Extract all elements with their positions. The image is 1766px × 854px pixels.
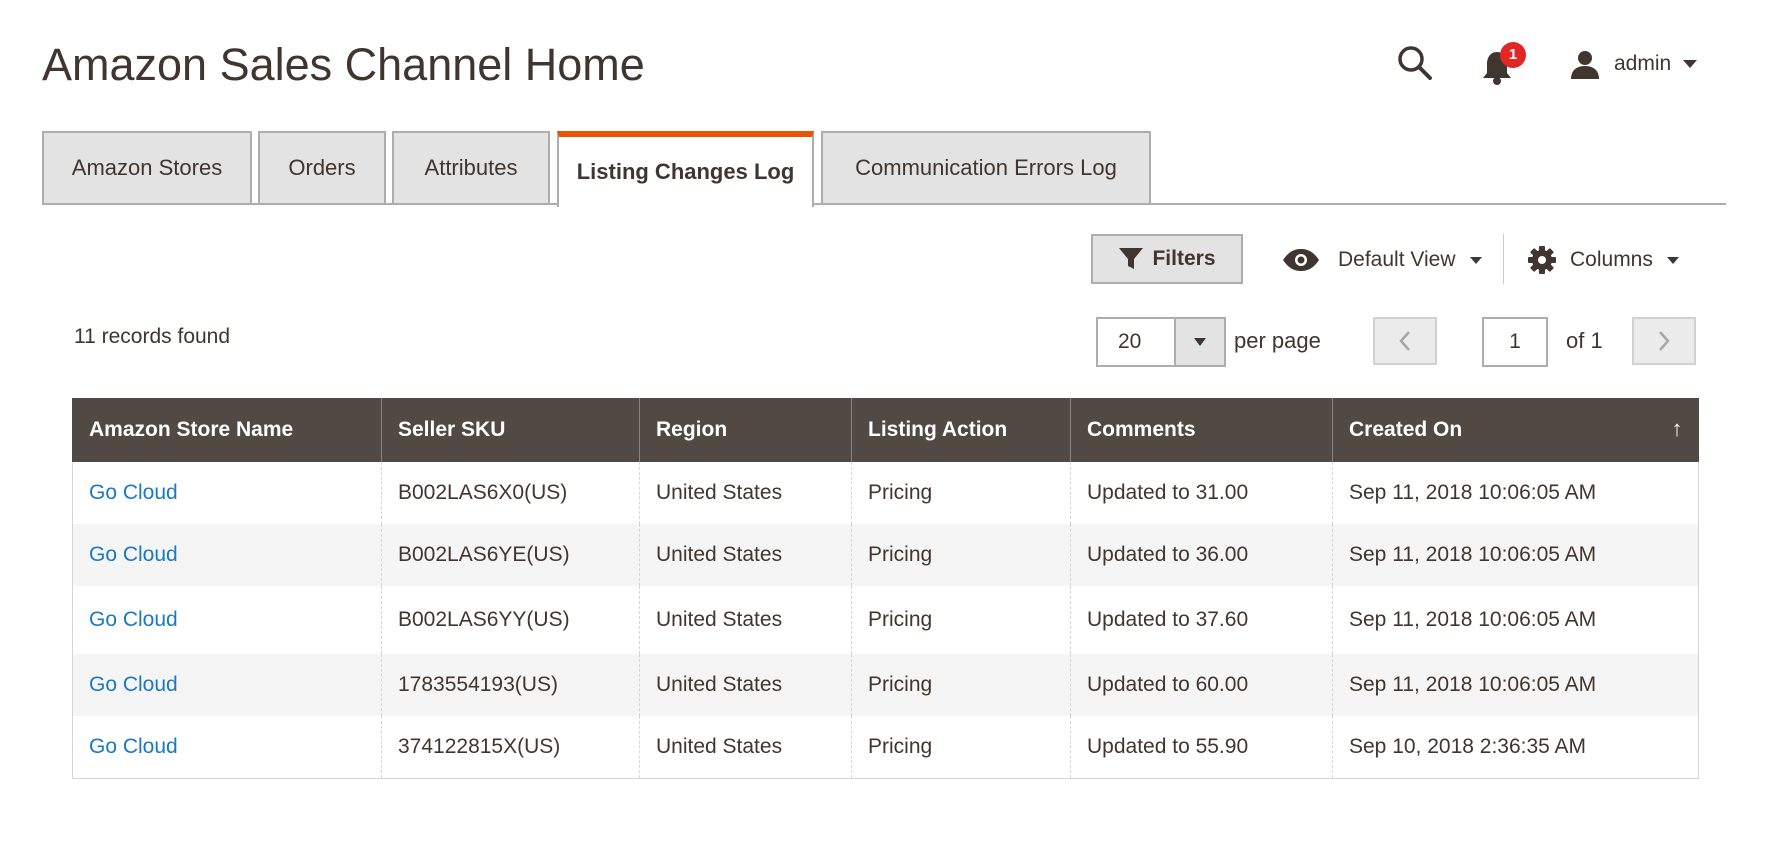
- cell-seller-sku: B002LAS6YE(US): [381, 524, 640, 586]
- next-page-button[interactable]: [1632, 317, 1696, 365]
- table-row: Go Cloud B002LAS6YE(US) United States Pr…: [72, 524, 1699, 586]
- cell-store-name: Go Cloud: [72, 716, 382, 779]
- cell-created-on: Sep 11, 2018 10:06:05 AM: [1332, 654, 1699, 716]
- chevron-right-icon: [1659, 331, 1670, 351]
- created-on-label: Created On: [1349, 418, 1463, 441]
- cell-store-name: Go Cloud: [72, 586, 382, 654]
- per-page-label: per page: [1234, 328, 1321, 353]
- cell-region: United States: [639, 524, 852, 586]
- tabs-baseline: [42, 203, 1726, 205]
- table-row: Go Cloud 1783554193(US) United States Pr…: [72, 654, 1699, 716]
- notifications-button[interactable]: 1: [1480, 42, 1526, 85]
- cell-region: United States: [639, 654, 852, 716]
- view-switcher[interactable]: Default View: [1282, 240, 1482, 280]
- cell-created-on: Sep 10, 2018 2:36:35 AM: [1332, 716, 1699, 779]
- cell-region: United States: [639, 462, 852, 524]
- cell-comments: Updated to 60.00: [1070, 654, 1333, 716]
- table-header-row: Amazon Store Name Seller SKU Region List…: [72, 398, 1699, 462]
- cell-comments: Updated to 37.60: [1070, 586, 1333, 654]
- columns-control[interactable]: Columns: [1528, 240, 1679, 280]
- tab-attributes[interactable]: Attributes: [392, 131, 550, 203]
- toolbar-divider: [1503, 234, 1504, 284]
- columns-label: Columns: [1570, 248, 1653, 271]
- cell-comments: Updated to 31.00: [1070, 462, 1333, 524]
- cell-seller-sku: 1783554193(US): [381, 654, 640, 716]
- cell-comments: Updated to 36.00: [1070, 524, 1333, 586]
- chevron-down-icon: [1469, 256, 1482, 264]
- column-header-region[interactable]: Region: [639, 398, 852, 462]
- chevron-down-icon: [1666, 256, 1679, 264]
- user-name: admin: [1614, 52, 1672, 75]
- cell-store-name: Go Cloud: [72, 654, 382, 716]
- cell-listing-action: Pricing: [851, 654, 1071, 716]
- store-link[interactable]: Go Cloud: [89, 735, 178, 758]
- cell-seller-sku: B002LAS6YY(US): [381, 586, 640, 654]
- gear-icon: [1528, 246, 1556, 274]
- cell-listing-action: Pricing: [851, 716, 1071, 779]
- page-number-input[interactable]: 1: [1482, 317, 1548, 367]
- cell-created-on: Sep 11, 2018 10:06:05 AM: [1332, 462, 1699, 524]
- records-count: 11 records found: [74, 325, 231, 348]
- cell-listing-action: Pricing: [851, 586, 1071, 654]
- cell-seller-sku: B002LAS6X0(US): [381, 462, 640, 524]
- previous-page-button[interactable]: [1373, 317, 1437, 365]
- chevron-down-icon: [1194, 338, 1206, 346]
- store-link[interactable]: Go Cloud: [89, 673, 178, 696]
- store-link[interactable]: Go Cloud: [89, 481, 178, 504]
- cell-store-name: Go Cloud: [72, 462, 382, 524]
- table-row: Go Cloud B002LAS6X0(US) United States Pr…: [72, 462, 1699, 524]
- per-page-value: 20: [1118, 330, 1142, 353]
- chevron-left-icon: [1399, 331, 1410, 351]
- column-header-listing-action[interactable]: Listing Action: [851, 398, 1071, 462]
- sort-ascending-icon: ↑: [1671, 416, 1683, 441]
- table-row: Go Cloud 374122815X(US) United States Pr…: [72, 716, 1699, 779]
- per-page-dropdown-button[interactable]: [1174, 319, 1224, 365]
- per-page-select[interactable]: 20: [1096, 317, 1226, 367]
- store-link[interactable]: Go Cloud: [89, 543, 178, 566]
- table-row: Go Cloud B002LAS6YY(US) United States Pr…: [72, 586, 1699, 654]
- user-menu[interactable]: admin: [1570, 44, 1698, 84]
- tab-communication-errors-log[interactable]: Communication Errors Log: [821, 131, 1151, 203]
- filters-label: Filters: [1152, 247, 1216, 270]
- column-header-amazon-store-name[interactable]: Amazon Store Name: [72, 398, 382, 462]
- listing-changes-table: Amazon Store Name Seller SKU Region List…: [72, 398, 1699, 779]
- notifications-count-badge: 1: [1500, 42, 1526, 68]
- chevron-down-icon: [1683, 60, 1698, 68]
- tab-listing-changes-log[interactable]: Listing Changes Log: [557, 131, 814, 207]
- filters-button[interactable]: Filters: [1091, 234, 1243, 284]
- cell-created-on: Sep 11, 2018 10:06:05 AM: [1332, 586, 1699, 654]
- column-header-comments[interactable]: Comments: [1070, 398, 1333, 462]
- column-header-created-on[interactable]: Created On ↑: [1332, 398, 1699, 462]
- cell-comments: Updated to 55.90: [1070, 716, 1333, 779]
- eye-icon: [1283, 249, 1319, 271]
- cell-region: United States: [639, 716, 852, 779]
- cell-listing-action: Pricing: [851, 462, 1071, 524]
- store-link[interactable]: Go Cloud: [89, 608, 178, 631]
- search-icon[interactable]: [1396, 44, 1434, 82]
- column-header-seller-sku[interactable]: Seller SKU: [381, 398, 640, 462]
- total-pages-label: of 1: [1566, 328, 1603, 353]
- cell-seller-sku: 374122815X(US): [381, 716, 640, 779]
- cell-created-on: Sep 11, 2018 10:06:05 AM: [1332, 524, 1699, 586]
- page-title: Amazon Sales Channel Home: [42, 39, 645, 90]
- filter-icon: [1119, 248, 1144, 269]
- cell-store-name: Go Cloud: [72, 524, 382, 586]
- cell-region: United States: [639, 586, 852, 654]
- user-icon: [1571, 51, 1599, 79]
- tab-amazon-stores[interactable]: Amazon Stores: [42, 131, 252, 203]
- tab-orders[interactable]: Orders: [258, 131, 386, 203]
- cell-listing-action: Pricing: [851, 524, 1071, 586]
- view-label: Default View: [1338, 248, 1456, 271]
